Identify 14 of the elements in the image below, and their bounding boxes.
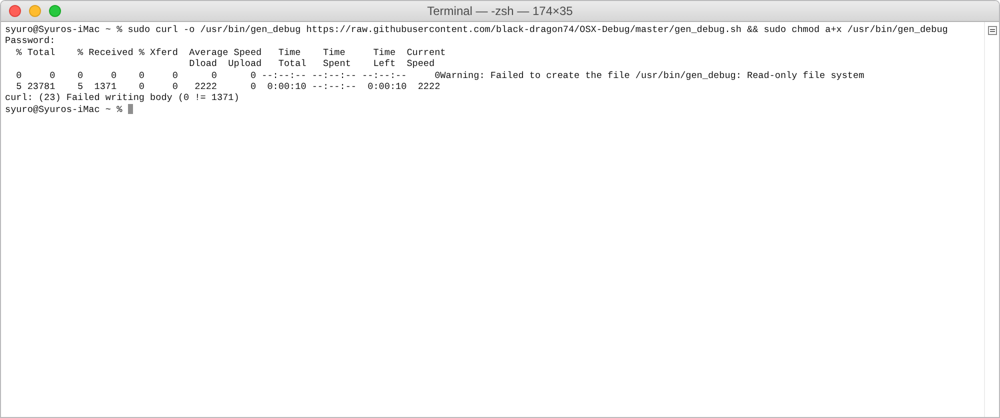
zoom-button[interactable] xyxy=(49,5,61,17)
terminal-line: Password: xyxy=(5,35,56,47)
terminal-line: syuro@Syuros-iMac ~ % xyxy=(5,104,124,116)
close-button[interactable] xyxy=(9,5,21,17)
terminal-line: 0 0 0 0 0 0 0 0 --:--:-- --:--:-- --:--:-- 0Warning: Failed to create the file /usr/bin/gen_debug: Read-only file system xyxy=(15,70,864,81)
terminal-line: % Total % Received % Xferd Average Speed Time Time Time Current xyxy=(15,46,446,58)
window-title: Terminal — -zsh — 174×35 xyxy=(427,4,573,18)
marks-icon xyxy=(988,26,996,35)
terminal-line: syuro@Syuros-iMac ~ % sudo curl -o /usr/bin/gen_debug https://raw.githubusercontent.com/black-dragon74/OSX-Debug/master/gen_debug.sh && sudo chmod a+x /usr/bin/gen_debug xyxy=(5,24,948,36)
terminal-line: 5 23781 5 1371 0 0 2222 0 0:00:10 --:--:-- 0:00:10 2222 xyxy=(15,80,440,92)
minimize-button[interactable] xyxy=(29,5,41,17)
terminal-line: curl: (23) Failed writing body (0 != 1371) xyxy=(5,92,240,104)
cursor-icon xyxy=(128,104,133,114)
terminal-line: Dload Upload Total Spent Left Speed xyxy=(188,58,435,70)
